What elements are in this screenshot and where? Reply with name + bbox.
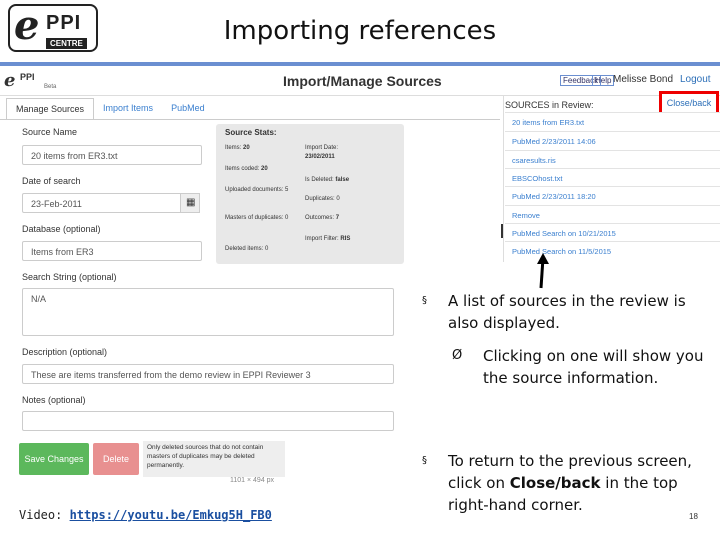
search-string-label: Search String (optional) [22,272,117,282]
help-button[interactable]: Help [592,75,615,86]
source-item[interactable]: PubMed Search on 10/21/2015 [505,223,720,241]
tab-pubmed[interactable]: PubMed [162,98,214,120]
stat-import-filter: Import Filter: RIS [305,236,351,242]
logout-link[interactable]: Logout [680,74,711,85]
app-logo-beta: Beta [44,84,57,90]
database-input[interactable]: Items from ER3 [22,241,202,261]
calendar-icon[interactable]: ▦ [180,193,200,213]
cutoff-text: 1101 × 494 px [230,477,275,484]
close-back-emphasis: Close/back [509,474,601,492]
ucl-logo: ▲UCL [592,22,690,65]
sources-title: SOURCES in Review: [505,100,594,110]
stats-title: Source Stats: [225,128,277,137]
video-link[interactable]: https://youtu.be/Emkug5H_FB0 [70,508,272,522]
app-logo: e [4,70,16,91]
stat-masters: Masters of duplicates: 0 [225,215,289,221]
page-number: 18 [689,512,698,521]
tab-manage-sources[interactable]: Manage Sources [6,98,95,120]
stat-outcomes: Outcomes: 7 [305,215,340,221]
splitter-mark [501,224,503,238]
description-input[interactable]: These are items transferred from the dem… [22,364,394,384]
tab-divider [0,119,500,120]
bullet-icon: § [422,455,427,466]
bullet-text: To return to the previous screen, click … [448,452,692,514]
date-label: Date of search [22,176,81,186]
date-input[interactable]: 23-Feb-2011 [22,193,200,213]
source-item[interactable]: PubMed 2/23/2011 14:06 [505,131,720,149]
bullet-close-back: § To return to the previous screen, clic… [422,450,712,516]
tab-import-items[interactable]: Import Items [94,98,162,120]
stat-uploaded: Uploaded documents: 5 [225,187,289,193]
tab-bar: Manage Sources Import Items PubMed [6,98,214,120]
stat-import-date: Import Date: 23/02/2011 [305,145,339,160]
app-title: Import/Manage Sources [283,73,442,89]
stat-duplicates: Duplicates: 0 [305,196,340,202]
source-item[interactable]: 20 items from ER3.txt [505,112,720,130]
arrow-bullet-icon: Ø [452,348,463,363]
search-string-input[interactable]: N/A [22,288,394,336]
source-item[interactable]: PubMed Search on 11/5/2015 [505,241,720,259]
delete-button[interactable]: Delete [93,443,139,475]
source-name-label: Source Name [22,127,78,137]
bullet-text: A list of sources in the review is also … [448,292,686,332]
ucl-logo-text: UCL [608,22,690,64]
source-item[interactable]: csaresults.ris [505,150,720,168]
source-item[interactable]: EBSCOhost.txt [505,168,720,186]
app-logo-ppi: PPI [20,72,35,82]
stat-items: Items: 20 [225,145,250,151]
source-item[interactable]: PubMed 2/23/2011 18:20 [505,186,720,204]
arrow-shaft [539,257,545,289]
video-caption: Video: https://youtu.be/Emkug5H_FB0 [19,508,272,522]
bullet-sources-list: § A list of sources in the review is als… [422,290,712,334]
bullet-text: Clicking on one will show you the source… [483,347,704,387]
notes-label: Notes (optional) [22,395,86,405]
notes-input[interactable] [22,411,394,431]
stat-deleted: Deleted items: 0 [225,246,269,252]
delete-note: Only deleted sources that do not contain… [143,441,285,477]
source-item-remove[interactable]: Remove [505,205,720,223]
ucl-dome-icon: ▲ [592,28,607,45]
bullet-icon: § [422,295,427,306]
save-changes-button[interactable]: Save Changes [19,443,89,475]
bullet-click-source: Ø Clicking on one will show you the sour… [452,345,712,389]
description-label: Description (optional) [22,347,108,357]
source-name-input[interactable]: 20 items from ER3.txt [22,145,202,165]
database-label: Database (optional) [22,224,101,234]
stat-items-coded: Items coded: 20 [225,166,268,172]
divider-bar [0,62,720,66]
stat-is-deleted: Is Deleted: false [305,177,350,183]
user-name: Melisse Bond [613,74,674,85]
